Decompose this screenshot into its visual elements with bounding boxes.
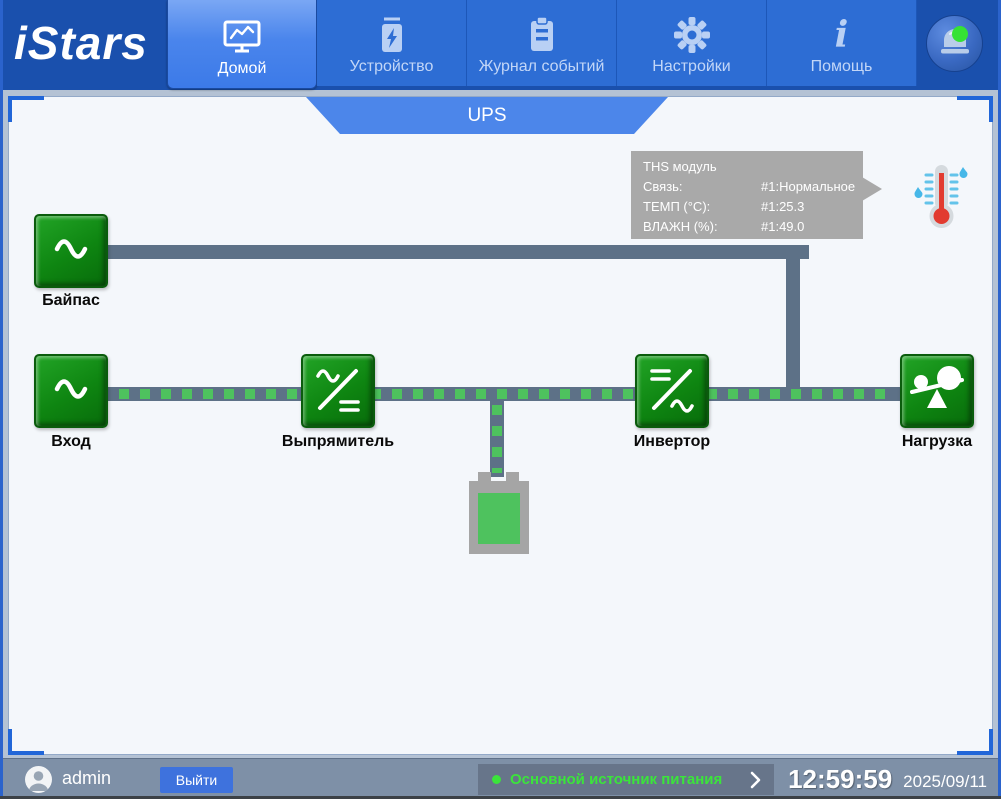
status-text: Основной источник питания xyxy=(510,771,748,788)
bypass-pipe-horizontal xyxy=(108,245,809,259)
app-logo: iStars xyxy=(14,10,166,76)
ths-title: THS модуль xyxy=(643,157,863,177)
tab-device[interactable]: Устройство xyxy=(317,0,467,86)
bypass-unit[interactable] xyxy=(34,214,108,288)
clock-area: 12:59:59 2025/09/11 xyxy=(788,759,987,799)
inverter-label: Инвертор xyxy=(597,433,747,451)
app-window: iStars Домой xyxy=(0,0,1001,799)
main-panel: UPS Байпас Вход xyxy=(8,96,993,755)
logout-button[interactable]: Выйти xyxy=(160,767,233,793)
alarm-button[interactable] xyxy=(926,15,983,72)
monitor-chart-icon xyxy=(222,16,262,58)
tab-help-label: Помощь xyxy=(811,58,873,76)
dc-to-ac-icon xyxy=(644,361,700,422)
tab-event-log-label: Журнал событий xyxy=(479,58,605,76)
header-bar: iStars Домой xyxy=(0,0,1001,90)
ths-humidity-label: ВЛАЖН (%): xyxy=(643,217,761,237)
tab-home-label: Домой xyxy=(218,60,267,78)
ths-temp-value: #1:25.3 xyxy=(761,197,804,217)
gear-icon xyxy=(673,14,711,56)
ac-to-dc-icon xyxy=(310,361,366,422)
ups-banner: UPS xyxy=(306,97,668,134)
thermometer-humidity-icon[interactable] xyxy=(912,163,968,236)
panel-corner-accent xyxy=(957,729,993,755)
battery-terminal xyxy=(478,472,491,482)
tab-device-label: Устройство xyxy=(350,58,434,76)
battery-icon[interactable] xyxy=(469,481,529,554)
battery-terminal xyxy=(506,472,519,482)
window-border-left xyxy=(0,0,3,799)
rectifier-unit[interactable] xyxy=(301,354,375,428)
panel-corner-accent xyxy=(8,96,44,122)
alarm-zone xyxy=(917,0,1001,90)
rectifier-label: Выпрямитель xyxy=(263,433,413,451)
battery-flow-indicator xyxy=(492,405,502,473)
nav-tabs: Домой Устройство xyxy=(167,0,917,90)
ups-banner-label: UPS xyxy=(467,105,506,127)
clipboard-icon xyxy=(527,14,557,56)
ac-sine-icon xyxy=(47,365,95,418)
power-flow-indicator xyxy=(119,389,889,399)
power-source-status[interactable]: Основной источник питания xyxy=(478,764,774,795)
current-time: 12:59:59 xyxy=(788,764,892,795)
ths-link-label: Связь: xyxy=(643,177,761,197)
tab-help[interactable]: i Помощь xyxy=(767,0,917,86)
ths-link-value: #1:Нормальное xyxy=(761,177,855,197)
ths-module-tooltip: THS модуль Связь: #1:Нормальное ТЕМП (°C… xyxy=(631,151,863,239)
status-dot xyxy=(492,775,501,784)
inverter-unit[interactable] xyxy=(635,354,709,428)
footer-bar: admin Выйти Основной источник питания 12… xyxy=(0,758,1001,799)
ups-device-icon xyxy=(377,14,407,56)
user-avatar xyxy=(25,766,52,793)
chevron-right-icon xyxy=(748,770,762,790)
bypass-pipe-vertical xyxy=(786,245,800,401)
panel-corner-accent xyxy=(957,96,993,122)
tab-event-log[interactable]: Журнал событий xyxy=(467,0,617,86)
tab-settings[interactable]: Настройки xyxy=(617,0,767,86)
tab-home[interactable]: Домой xyxy=(167,0,317,89)
ths-humidity-value: #1:49.0 xyxy=(761,217,804,237)
ths-temp-label: ТЕМП (°C): xyxy=(643,197,761,217)
load-balance-icon xyxy=(909,361,965,422)
panel-corner-accent xyxy=(8,729,44,755)
bypass-label: Байпас xyxy=(0,292,146,310)
ac-sine-icon xyxy=(47,225,95,278)
load-label: Нагрузка xyxy=(862,433,1001,451)
input-unit[interactable] xyxy=(34,354,108,428)
current-date: 2025/09/11 xyxy=(903,768,987,792)
username-label: admin xyxy=(62,768,111,789)
input-label: Вход xyxy=(0,433,146,451)
battery-charge-level xyxy=(478,493,520,544)
alarm-status-dot xyxy=(952,26,968,42)
tab-settings-label: Настройки xyxy=(652,58,730,76)
info-icon: i xyxy=(835,14,849,56)
load-unit[interactable] xyxy=(900,354,974,428)
